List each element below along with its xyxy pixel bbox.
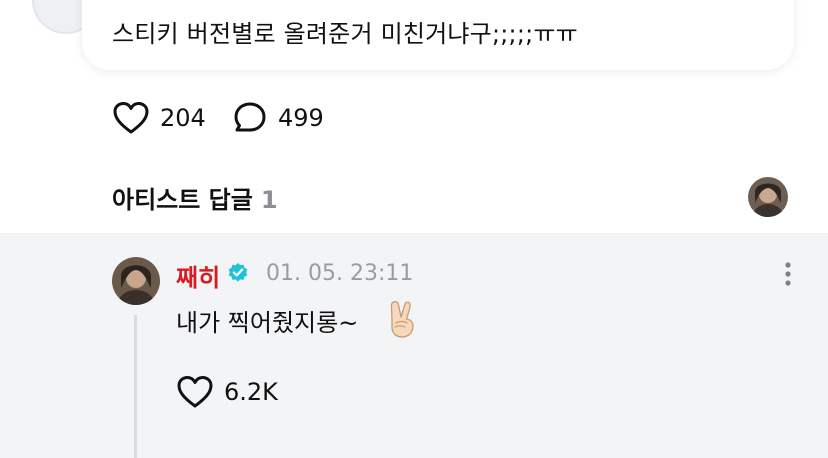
post-text: 스티키 버전별로 올려준거 미친거냐구;;;;;ㅠㅠ	[112, 20, 578, 48]
artist-avatar[interactable]	[748, 177, 788, 217]
victory-hand-emoji	[386, 299, 418, 339]
speech-bubble-icon	[232, 100, 268, 136]
thread-line	[134, 315, 137, 458]
post-comment-button[interactable]: 499	[232, 98, 324, 138]
reply-text: 내가 찍어줬지롱~	[176, 309, 359, 337]
reply-timestamp: 01. 05. 23:11	[266, 261, 414, 286]
verified-badge-icon	[227, 262, 249, 284]
vertical-dots-icon	[785, 262, 791, 286]
post-like-count: 204	[160, 104, 206, 132]
reply-like-count: 6.2K	[224, 378, 278, 406]
post-like-button[interactable]: 204	[112, 98, 206, 138]
reply-author-name[interactable]: 째히	[176, 258, 220, 293]
reply-like-button[interactable]: 6.2K	[176, 372, 278, 412]
artist-replies-header: 아티스트 답글 1	[112, 180, 278, 215]
post-comment-count: 499	[278, 104, 324, 132]
reply-author-avatar[interactable]	[112, 257, 160, 305]
artist-replies-count: 1	[260, 186, 278, 214]
more-options-button[interactable]	[778, 260, 798, 290]
artist-replies-title: 아티스트 답글	[112, 186, 253, 214]
heart-outline-icon	[176, 375, 214, 409]
heart-outline-icon	[112, 101, 150, 135]
